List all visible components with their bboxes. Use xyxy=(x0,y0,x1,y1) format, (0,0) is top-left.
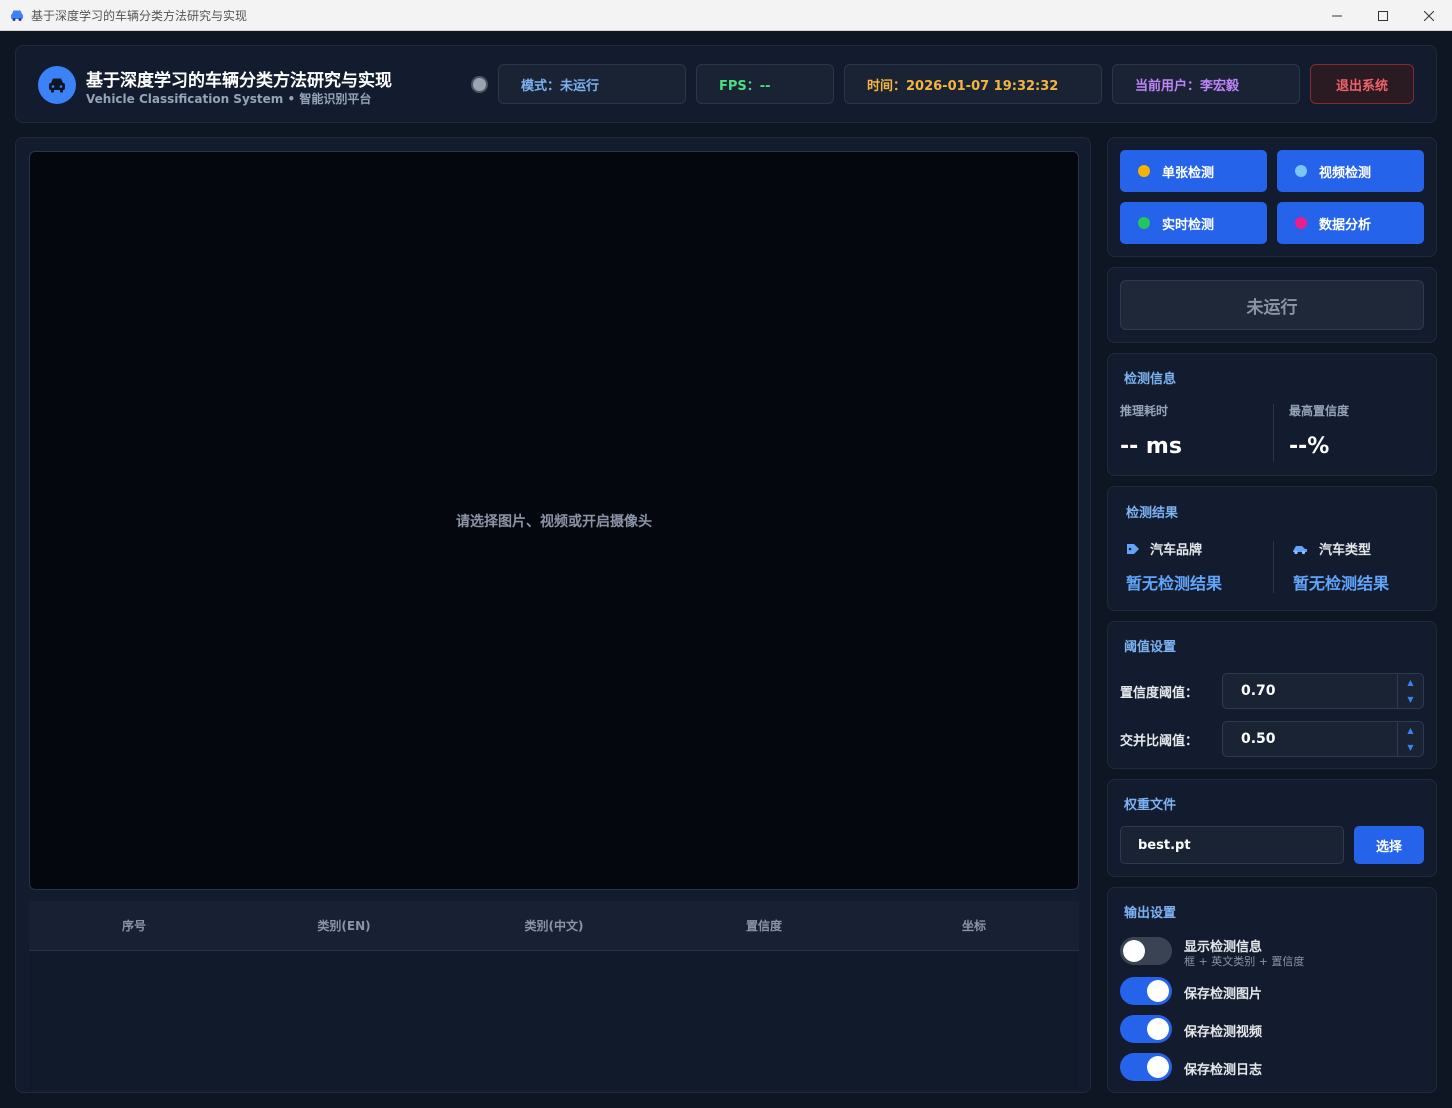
time-status: 时间：2026-01-07 19:32:32 xyxy=(844,64,1102,104)
car-logo-icon xyxy=(38,66,76,104)
minimize-button[interactable] xyxy=(1314,0,1360,31)
status-dot-icon xyxy=(1295,165,1307,177)
current-user: 当前用户：李宏毅 xyxy=(1112,64,1300,104)
latency-value: -- ms xyxy=(1120,434,1182,459)
detect-info-card: 检测信息 推理耗时 -- ms 最高置信度 --% xyxy=(1107,353,1437,476)
increment-arrow-icon[interactable]: ▲ xyxy=(1398,722,1423,739)
toggle-knob xyxy=(1147,1018,1169,1040)
column-header[interactable]: 置信度 xyxy=(659,917,869,934)
run-button[interactable]: 未运行 xyxy=(1120,280,1424,330)
column-header[interactable]: 序号 xyxy=(29,917,239,934)
mode-status: 模式：未运行 xyxy=(498,64,686,104)
mode-label: 实时检测 xyxy=(1162,217,1215,233)
table-header: 序号 类别(EN) 类别(中文) 置信度 坐标 xyxy=(29,901,1079,951)
video-viewport: 请选择图片、视频或开启摄像头 xyxy=(29,151,1079,890)
fps-status: FPS：-- xyxy=(696,64,834,104)
minimize-icon xyxy=(1332,15,1342,16)
close-icon xyxy=(1424,10,1434,21)
mode-label: 单张检测 xyxy=(1162,165,1215,181)
weights-file-field[interactable]: best.pt xyxy=(1120,826,1344,864)
mode-card: 单张检测 视频检测 实时检测 数据分析 xyxy=(1107,137,1437,257)
increment-arrow-icon[interactable]: ▲ xyxy=(1398,674,1423,691)
status-indicator xyxy=(471,76,488,93)
type-value: 暂无检测结果 xyxy=(1293,574,1390,593)
save-video-toggle[interactable] xyxy=(1120,1015,1172,1043)
conf-threshold-label: 置信度阈值： xyxy=(1120,686,1199,701)
save-log-label: 保存检测日志 xyxy=(1184,1063,1263,1078)
app-subtitle: Vehicle Classification System • 智能识别平台 xyxy=(86,92,372,106)
weights-title: 权重文件 xyxy=(1124,798,1177,813)
status-dot-icon xyxy=(1138,217,1150,229)
divider xyxy=(1273,404,1274,462)
single-detect-button[interactable]: 单张检测 xyxy=(1120,150,1267,192)
weights-card: 权重文件 best.pt 选择 xyxy=(1107,779,1437,877)
run-card: 未运行 xyxy=(1107,267,1437,343)
show-info-sublabel: 框 + 英文类别 + 置信度 xyxy=(1184,955,1305,968)
detect-result-card: 检测结果 汽车品牌 暂无检测结果 汽车类型 暂无检测结果 xyxy=(1107,486,1437,611)
mode-label: 数据分析 xyxy=(1319,217,1372,233)
logout-button[interactable]: 退出系统 xyxy=(1310,64,1414,104)
decrement-arrow-icon[interactable]: ▼ xyxy=(1398,691,1423,708)
window-title: 基于深度学习的车辆分类方法研究与实现 xyxy=(31,9,248,23)
detect-info-title: 检测信息 xyxy=(1124,372,1177,387)
conf-threshold-spinbox[interactable]: 0.70 ▲ ▼ xyxy=(1222,673,1424,709)
maximize-icon xyxy=(1378,10,1388,21)
results-table: 序号 类别(EN) 类别(中文) 置信度 坐标 xyxy=(29,901,1079,1091)
spin-arrows: ▲ ▼ xyxy=(1397,722,1423,756)
output-card: 输出设置 显示检测信息 框 + 英文类别 + 置信度 保存检测图片 保存检测视频… xyxy=(1107,887,1437,1093)
conf-threshold-value: 0.70 xyxy=(1241,683,1276,699)
status-dot-icon xyxy=(1138,165,1150,177)
column-header[interactable]: 类别(中文) xyxy=(449,917,659,934)
app-title: 基于深度学习的车辆分类方法研究与实现 xyxy=(86,71,392,91)
video-detect-button[interactable]: 视频检测 xyxy=(1277,150,1424,192)
confidence-value: --% xyxy=(1289,434,1330,459)
status-dot-icon xyxy=(1295,217,1307,229)
threshold-title: 阈值设置 xyxy=(1124,640,1177,655)
iou-threshold-label: 交并比阈值： xyxy=(1120,734,1199,749)
spin-arrows: ▲ ▼ xyxy=(1397,674,1423,708)
threshold-card: 阈值设置 置信度阈值： 0.70 ▲ ▼ 交并比阈值： 0.50 ▲ ▼ xyxy=(1107,621,1437,769)
car-icon xyxy=(1293,545,1307,554)
maximize-button[interactable] xyxy=(1360,0,1406,31)
brand-header: 汽车品牌 xyxy=(1126,539,1202,558)
close-button[interactable] xyxy=(1406,0,1452,31)
toggle-knob xyxy=(1123,940,1145,962)
column-header[interactable]: 坐标 xyxy=(869,917,1079,934)
confidence-label: 最高置信度 xyxy=(1289,404,1350,418)
brand-label: 汽车品牌 xyxy=(1150,543,1203,558)
car-icon xyxy=(11,10,23,21)
choose-weights-button[interactable]: 选择 xyxy=(1354,826,1424,864)
data-analysis-button[interactable]: 数据分析 xyxy=(1277,202,1424,244)
latency-label: 推理耗时 xyxy=(1120,404,1169,418)
column-header[interactable]: 类别(EN) xyxy=(239,917,449,934)
save-image-toggle[interactable] xyxy=(1120,977,1172,1005)
iou-threshold-value: 0.50 xyxy=(1241,731,1276,747)
detect-result-title: 检测结果 xyxy=(1126,506,1179,521)
save-video-label: 保存检测视频 xyxy=(1184,1025,1263,1040)
display-panel: 请选择图片、视频或开启摄像头 序号 类别(EN) 类别(中文) 置信度 坐标 xyxy=(15,137,1091,1093)
save-log-toggle[interactable] xyxy=(1120,1053,1172,1081)
decrement-arrow-icon[interactable]: ▼ xyxy=(1398,739,1423,756)
viewport-placeholder: 请选择图片、视频或开启摄像头 xyxy=(456,513,652,530)
brand-value: 暂无检测结果 xyxy=(1126,574,1223,593)
divider xyxy=(1273,541,1274,593)
show-info-toggle[interactable] xyxy=(1120,937,1172,965)
realtime-detect-button[interactable]: 实时检测 xyxy=(1120,202,1267,244)
toggle-knob xyxy=(1147,980,1169,1002)
output-title: 输出设置 xyxy=(1124,906,1177,921)
save-image-label: 保存检测图片 xyxy=(1184,987,1263,1002)
app-header: 基于深度学习的车辆分类方法研究与实现 Vehicle Classificatio… xyxy=(15,45,1437,123)
window-titlebar: 基于深度学习的车辆分类方法研究与实现 xyxy=(0,0,1452,31)
toggle-knob xyxy=(1147,1056,1169,1078)
iou-threshold-spinbox[interactable]: 0.50 ▲ ▼ xyxy=(1222,721,1424,757)
tag-icon xyxy=(1127,543,1139,554)
type-label: 汽车类型 xyxy=(1319,543,1372,558)
mode-label: 视频检测 xyxy=(1319,165,1372,181)
type-header: 汽车类型 xyxy=(1291,539,1371,558)
